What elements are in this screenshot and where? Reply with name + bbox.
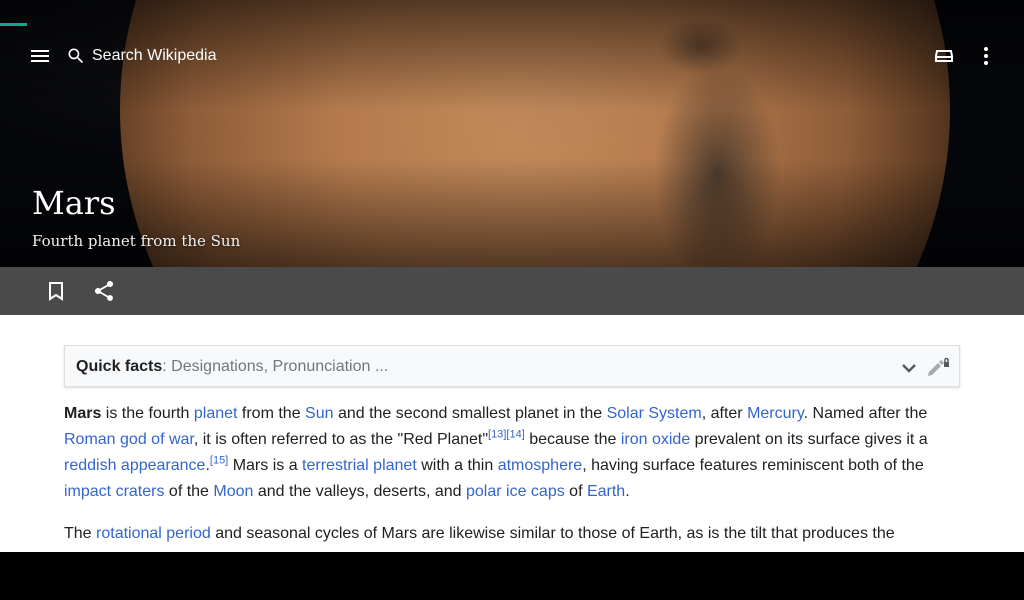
search-placeholder[interactable]: Search Wikipedia [92, 47, 217, 65]
link-impact-craters[interactable]: impact craters [64, 483, 164, 500]
link-polar-ice-caps[interactable]: polar ice caps [466, 483, 565, 500]
tabs-icon [935, 50, 953, 62]
more-options-button[interactable] [974, 44, 998, 68]
article-content: Quick facts: Designations, Pronunciation… [64, 345, 960, 542]
share-icon [94, 280, 114, 301]
link-atmosphere[interactable]: atmosphere [498, 457, 583, 474]
link-solar-system[interactable]: Solar System [607, 405, 702, 422]
reference-14[interactable]: [14] [506, 429, 524, 441]
page-load-progress [0, 23, 27, 26]
menu-button[interactable] [28, 44, 52, 68]
bookmark-icon [49, 282, 63, 301]
menu-icon [31, 50, 49, 62]
edit-lock-icon[interactable] [925, 356, 951, 380]
paragraph-1: Mars is the fourth planet from the Sun a… [64, 405, 928, 500]
quick-facts-label: Quick facts [76, 358, 163, 375]
page-description: Fourth planet from the Sun [32, 232, 241, 250]
reference-15[interactable]: [15] [210, 455, 228, 467]
search-bar[interactable]: Search Wikipedia [66, 42, 366, 70]
link-planet[interactable]: planet [194, 405, 238, 422]
tabs-button[interactable] [932, 44, 956, 68]
link-earth[interactable]: Earth [587, 483, 625, 500]
share-button[interactable] [92, 279, 116, 303]
link-mercury[interactable]: Mercury [747, 405, 804, 422]
link-moon[interactable]: Moon [213, 483, 253, 500]
link-rotational-period[interactable]: rotational period [96, 525, 211, 542]
article-action-bar [0, 267, 1024, 315]
app-window: Search Wikipedia Mars Fourth planet from… [0, 0, 1024, 552]
save-button[interactable] [44, 279, 68, 303]
more-vert-icon [984, 47, 988, 65]
chevron-down-icon[interactable] [897, 356, 921, 380]
link-reddish-appearance[interactable]: reddish appearance [64, 457, 205, 474]
link-iron-oxide[interactable]: iron oxide [621, 431, 690, 448]
toolbar: Search Wikipedia [0, 34, 1024, 78]
search-icon [68, 48, 84, 64]
lead-image: Search Wikipedia Mars Fourth planet from… [0, 0, 1024, 267]
reference-13[interactable]: [13] [488, 429, 506, 441]
link-terrestrial-planet[interactable]: terrestrial planet [302, 457, 417, 474]
link-roman-god-of-war[interactable]: Roman god of war [64, 431, 194, 448]
quick-facts-box[interactable]: Quick facts: Designations, Pronunciation… [64, 345, 960, 387]
link-sun[interactable]: Sun [305, 405, 333, 422]
page-title: Mars [32, 184, 116, 222]
paragraph-2: The rotational period and seasonal cycle… [64, 525, 895, 542]
quick-facts-summary: Designations, Pronunciation ... [171, 358, 389, 375]
